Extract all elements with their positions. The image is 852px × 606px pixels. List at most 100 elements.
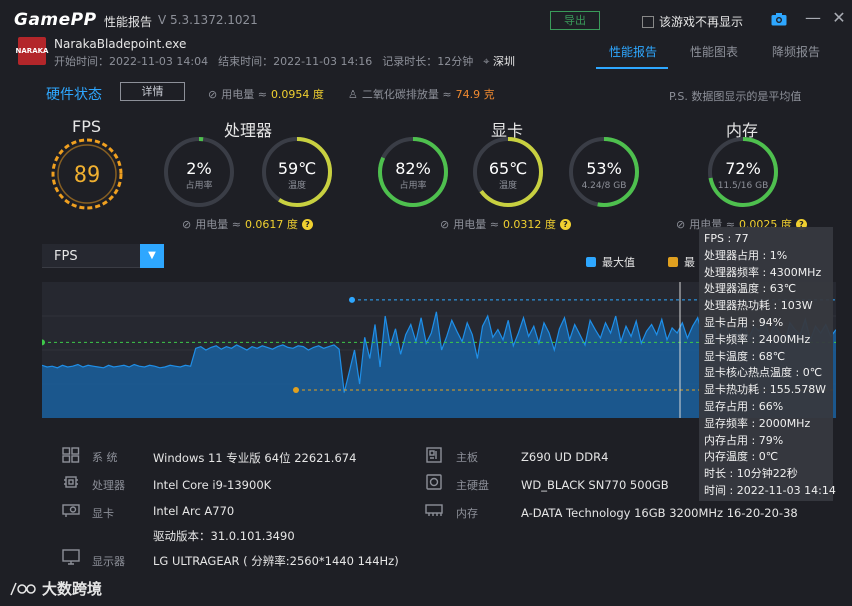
spec-board-value: Z690 UD DDR4 [521,450,609,464]
legend-min: 最 [668,254,695,270]
spec-disk-value: WD_BLACK SN770 500GB [521,478,669,492]
session-meta: 开始时间：2022-11-03 14:04 结束时间：2022-11-03 14:… [54,53,515,69]
cpu-power-label: 用电量 ≈ [195,218,241,231]
gpu-usage-gauge: 82% 占用率 [378,137,448,207]
tooltip-line: 时长 : 10分钟22秒 [704,467,798,481]
help-icon[interactable]: ? [559,218,571,230]
gpu-mem-gauge: 53% 4.24/8 GB [569,137,639,207]
legend-max: 最大值 [586,254,635,270]
tooltip-line: 显卡占用 : 94% [704,315,784,329]
fps-value: 89 [74,163,101,188]
tooltip-line: 显卡频率 : 2400MHz [704,332,811,346]
monitor-icon [62,549,80,565]
spec-gpu-driver: 驱动版本：31.0.101.3490 [153,529,295,543]
tooltip-line: 处理器占用 : 1% [704,248,788,262]
chevron-down-icon[interactable]: ▼ [140,244,164,268]
tooltip-line: 处理器频率 : 4300MHz [704,265,822,279]
tab-performance-report[interactable]: 性能报告 [609,43,657,60]
spec-gpu-label: 显卡 [92,507,114,520]
cpu-usage-value: 2% [186,159,211,178]
cpu-usage-gauge: 2% 占用率 [164,137,234,207]
fps-title: FPS [72,117,102,136]
detail-button[interactable]: 详情 [120,82,185,101]
max-point [349,296,355,303]
close-icon[interactable]: ✕ [831,10,847,26]
tab-performance-chart[interactable]: 性能图表 [690,43,738,60]
tooltip-line: 时间 : 2022-11-03 14:14 [704,483,836,497]
min-point [293,386,299,393]
cpu-temp-gauge: 59℃ 温度 [262,137,332,207]
windows-icon [62,447,80,463]
tooltip-line: FPS : 77 [704,232,749,245]
tooltip-line: 内存占用 : 79% [704,433,784,447]
spec-cpu-value: Intel Core i9-13900K [153,478,272,492]
gamepp-logo: GamePP [14,10,97,30]
city: 深圳 [492,55,515,68]
spec-board-label: 主板 [456,451,478,464]
fps-gauge: 89 [51,138,123,210]
spec-gpu-value: Intel Arc A770 [153,504,235,518]
power-value: 0.0954 度 [270,88,324,101]
noshow-checkbox[interactable]: 该游戏不再显示 [642,13,743,30]
ram-usage-value: 72% [725,159,761,178]
legend-max-swatch [586,257,596,267]
process-name: NarakaBladepoint.exe [54,37,187,51]
spec-monitor-label: 显示器 [92,555,125,568]
watermark: 大数跨境 [10,578,102,599]
game-icon-text: NARAKA [15,47,49,55]
game-icon: NARAKA [15,37,49,65]
cpu-temp-value: 59℃ [278,159,316,178]
tooltip-line: 内存温度 : 0℃ [704,450,779,464]
gpu-temp-gauge: 65℃ 温度 [473,137,543,207]
cpu-icon [64,476,78,488]
checkbox-icon[interactable] [642,15,654,28]
gpu-icon [62,504,80,517]
tooltip-line: 处理器热功耗 : 103W [704,299,813,313]
gpu-mem-value: 53% [586,159,622,178]
co2-label: 二氧化碳排放量 ≈ [361,88,452,101]
minimize-icon[interactable]: — [805,10,821,26]
motherboard-icon [426,447,442,463]
help-icon[interactable]: ? [301,218,313,230]
gpu-mem-sub: 4.24/8 GB [582,181,627,191]
tab-throttle-report[interactable]: 降频报告 [772,43,820,60]
disk-icon [426,474,442,490]
tooltip-line: 处理器温度 : 63℃ [704,282,797,296]
spec-os-value: Windows 11 专业版 64位 22621.674 [153,451,357,465]
power-icon: ⊘ [440,217,450,231]
spec-disk-label: 主硬盘 [456,479,489,492]
power-label: 用电量 ≈ [221,88,267,101]
legend-max-label: 最大值 [602,256,635,269]
spec-cpu-label: 处理器 [92,479,125,492]
camera-icon[interactable] [771,12,787,26]
ram-usage-gauge: 72% 11.5/16 GB [708,137,778,207]
ram-icon [425,504,443,516]
start-time: 开始时间：2022-11-03 14:04 [54,55,209,68]
tooltip-line: 显卡温度 : 68℃ [704,349,786,363]
noshow-label: 该游戏不再显示 [659,15,744,29]
watermark-logo-icon [10,582,36,595]
window-title: 性能报告 [104,15,153,29]
export-button[interactable]: 导出 [550,11,600,30]
metric-dropdown-value: FPS [54,249,78,264]
active-tab-indicator [596,67,668,69]
cpu-temp-sub: 温度 [288,179,306,191]
gpu-usage-sub: 占用率 [399,179,426,191]
legend-min-swatch [668,257,678,267]
tooltip-line: 显卡核心热点温度 : 0℃ [704,366,823,380]
gpu-temp-sub: 温度 [499,179,517,191]
spec-os-label: 系 统 [92,451,118,464]
power-icon: ⊘ [182,217,192,231]
watermark-text: 大数跨境 [42,580,103,598]
power-icon: ⊘ [208,87,218,101]
co2-value: 74.9 克 [455,88,495,101]
ram-usage-sub: 11.5/16 GB [718,181,769,191]
gpu-temp-value: 65℃ [489,159,527,178]
hardware-status-title: 硬件状态 [46,87,102,103]
spec-monitor-value: LG ULTRAGEAR ( 分辨率:2560*1440 144Hz) [153,554,399,568]
co2-emission: ♙ 二氧化碳排放量 ≈ 74.9 克 [348,86,495,102]
gpu-power-value: 0.0312 度 [502,218,556,231]
cpu-power: ⊘ 用电量 ≈ 0.0617 度 ? [182,216,313,232]
power-icon: ⊘ [676,217,686,231]
total-power: ⊘ 用电量 ≈ 0.0954 度 [208,86,324,102]
